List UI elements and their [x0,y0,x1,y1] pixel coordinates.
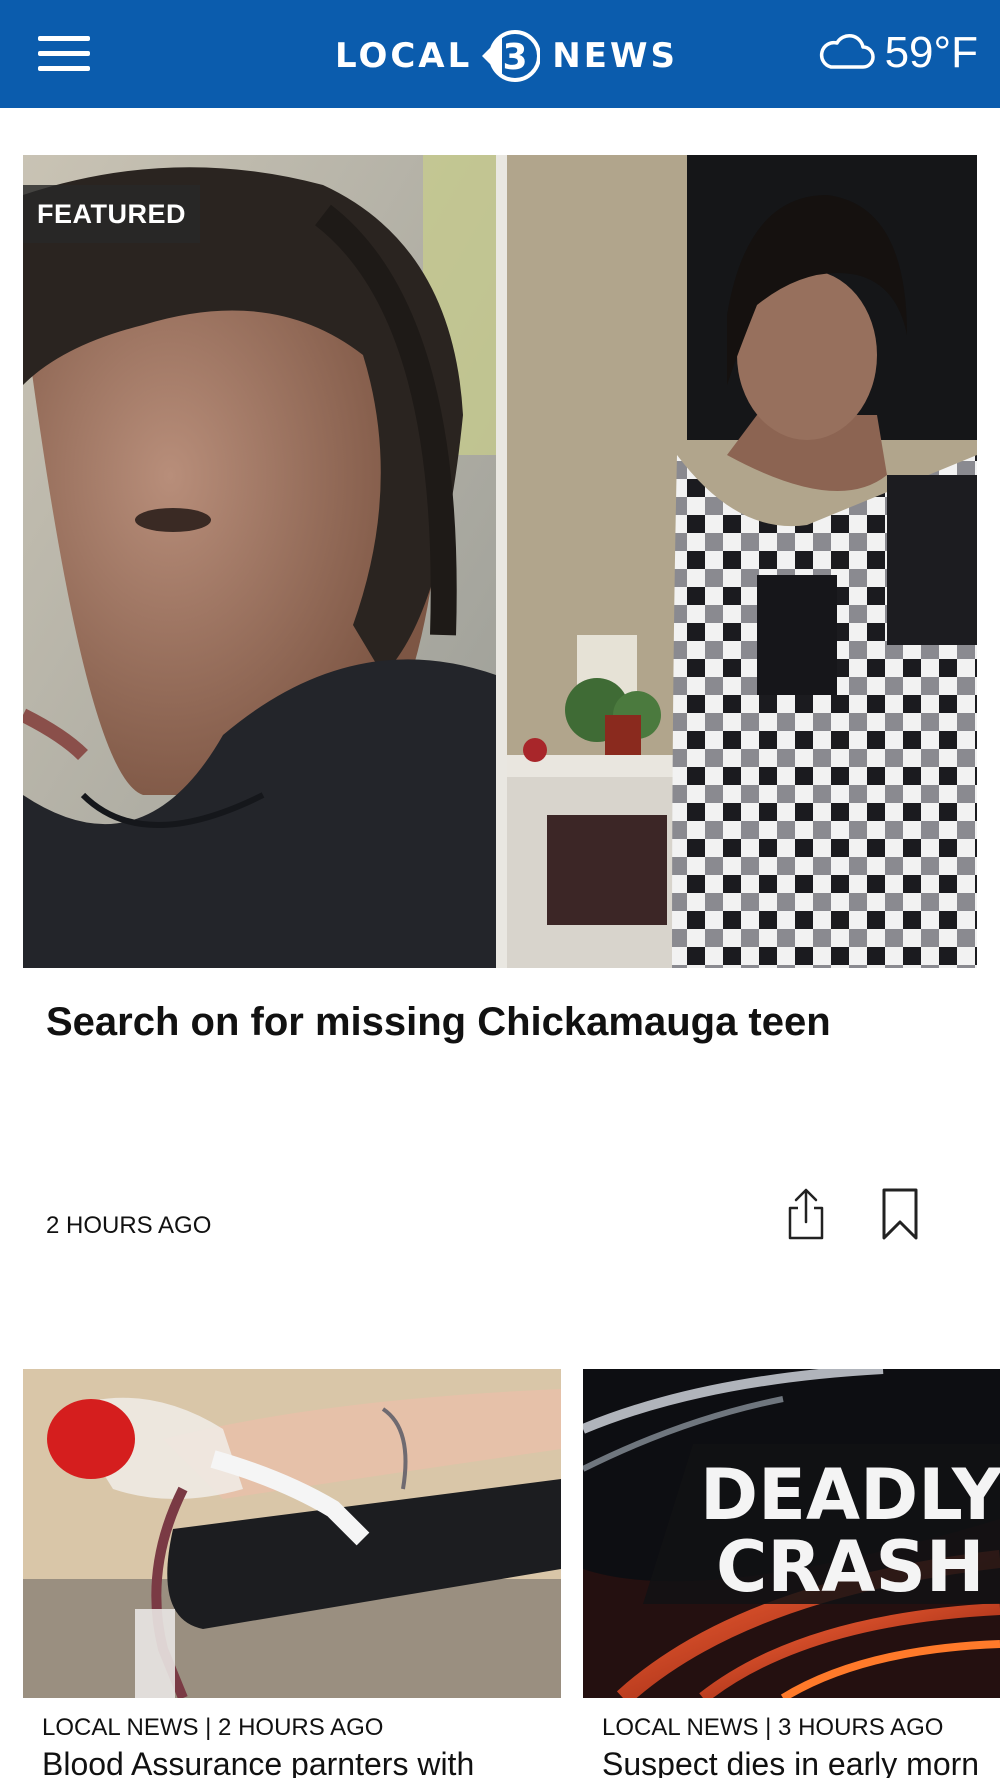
featured-headline[interactable]: Search on for missing Chickamauga teen [46,1000,946,1045]
image-text-deadly: DEADLY [700,1454,1000,1536]
photo-left [23,155,496,968]
logo-3-icon: 3 [482,28,542,84]
photo-divider [496,155,507,968]
logo-news-text: NEWS [552,36,678,76]
share-icon [788,1188,824,1240]
local3-logo[interactable]: LOCAL 3 NEWS [335,28,678,84]
featured-story-image[interactable]: FEATURED [23,155,977,968]
menu-icon-bar [38,66,90,71]
weather-widget[interactable]: 59°F [819,28,978,78]
photo-right [507,155,977,968]
story-title[interactable]: Blood Assurance parnters with [23,1746,561,1778]
bookmark-button[interactable] [880,1186,920,1242]
story-title[interactable]: Suspect dies in early morn [583,1746,1000,1778]
cloud-icon [819,31,875,76]
story-thumbnail: DEADLY CRASH [583,1369,1000,1698]
app-header: LOCAL 3 NEWS 59°F [0,0,1000,108]
story-kicker: LOCAL NEWS | 3 HOURS AGO [602,1714,944,1741]
featured-timestamp: 2 HOURS AGO [46,1212,212,1239]
featured-badge: FEATURED [23,185,200,243]
menu-button[interactable] [38,36,90,74]
share-button[interactable] [786,1186,826,1242]
story-card[interactable]: DEADLY CRASH LOCAL NEWS | 3 HOURS AGO Su… [583,1369,1000,1778]
bookmark-icon [882,1188,918,1240]
temperature: 59°F [884,28,978,77]
logo-number: 3 [503,37,528,78]
menu-icon-bar [38,36,90,41]
story-kicker: LOCAL NEWS | 2 HOURS AGO [42,1714,384,1741]
logo-local-text: LOCAL [335,36,473,76]
story-thumbnail [23,1369,561,1698]
menu-icon-bar [38,51,90,56]
image-text-crash: CRASH [716,1526,984,1608]
story-card[interactable]: LOCAL NEWS | 2 HOURS AGO Blood Assurance… [23,1369,561,1778]
